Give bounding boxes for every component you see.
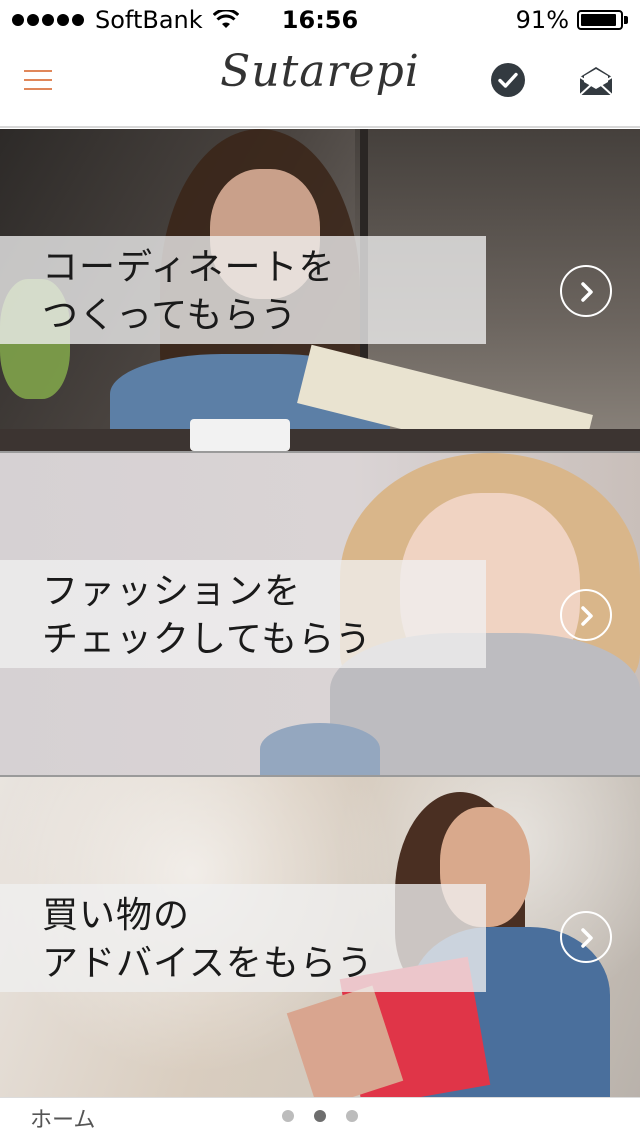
arrow-right-button[interactable]	[560, 589, 612, 641]
shoulder-photo	[260, 723, 380, 775]
table-photo	[0, 429, 640, 451]
battery-tip	[624, 16, 628, 24]
banner-caption-line1: コーディネートを	[42, 247, 336, 288]
battery-level	[581, 14, 616, 26]
status-bar: SoftBank 16:56 91%	[0, 0, 640, 40]
arrow-right-button[interactable]	[560, 911, 612, 963]
check-circle-icon[interactable]	[490, 62, 526, 98]
status-right: 91%	[516, 6, 628, 34]
banner-caption-line1: 買い物の	[42, 895, 191, 936]
banner-caption: コーディネートを つくってもらう	[0, 236, 486, 344]
banner-coordinate[interactable]: コーディネートを つくってもらう	[0, 129, 640, 451]
banner-caption: 買い物の アドバイスをもらう	[0, 884, 486, 992]
mail-icon[interactable]	[578, 66, 614, 96]
banner-caption-line2: つくってもらう	[42, 295, 298, 336]
page-dot[interactable]	[346, 1110, 358, 1122]
bottom-bar: ホーム	[0, 1097, 640, 1136]
banner-caption-line1: ファッションを	[42, 571, 302, 612]
app-logo: Sutarepi	[220, 46, 420, 97]
chevron-right-icon	[581, 606, 593, 626]
banner-caption-line2: チェックしてもらう	[42, 619, 373, 660]
nav-bar: Sutarepi	[0, 40, 640, 128]
battery-percent: 91%	[515, 6, 569, 34]
banner-shopping-advice[interactable]: 買い物の アドバイスをもらう	[0, 777, 640, 1097]
page-dot[interactable]	[314, 1110, 326, 1122]
page-indicator[interactable]	[282, 1110, 378, 1122]
home-tab[interactable]: ホーム	[30, 1102, 95, 1134]
chevron-right-icon	[581, 282, 593, 302]
banner-fashion-check[interactable]: ファッションを チェックしてもらう	[0, 453, 640, 775]
cup-photo	[190, 419, 290, 451]
banner-caption: ファッションを チェックしてもらう	[0, 560, 486, 668]
battery-icon	[577, 10, 623, 30]
arrow-right-button[interactable]	[560, 265, 612, 317]
banner-caption-line2: アドバイスをもらう	[42, 943, 374, 984]
page-dot[interactable]	[282, 1110, 294, 1122]
chevron-right-icon	[581, 928, 593, 948]
